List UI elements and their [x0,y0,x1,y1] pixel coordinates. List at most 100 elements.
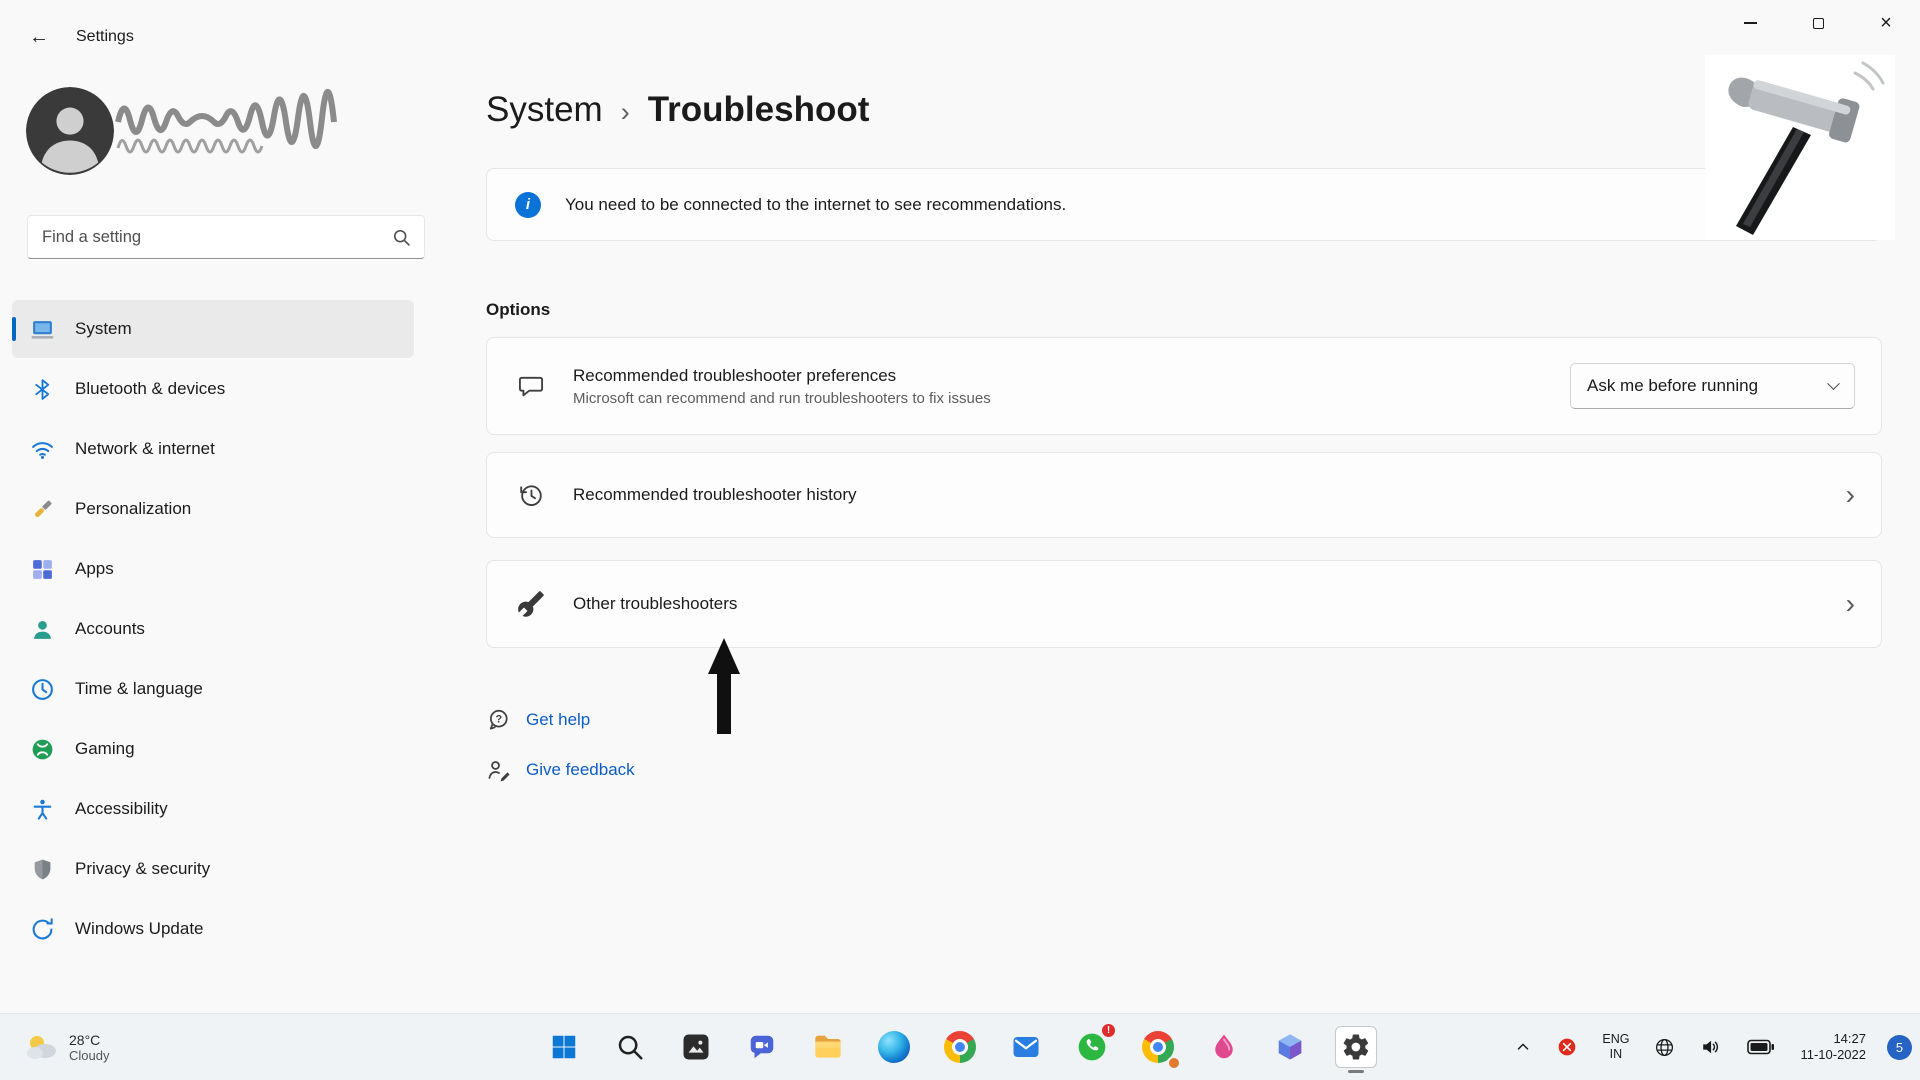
sidebar-item-label: Personalization [75,499,191,519]
chrome-profile-badge [1167,1056,1181,1070]
file-explorer-button[interactable] [807,1026,849,1068]
whatsapp-button[interactable]: ! [1071,1026,1113,1068]
minimize-icon [1744,22,1757,23]
sidebar-item-gaming[interactable]: Gaming [12,720,414,778]
mail-envelope-icon [1011,1032,1041,1062]
give-feedback-label: Give feedback [526,760,635,780]
card-other-troubleshooters[interactable]: Other troubleshooters › [486,560,1882,648]
edge-browser-button[interactable] [873,1026,915,1068]
help-icon: ? [486,707,512,733]
shield-icon [30,857,55,882]
sidebar-item-label: System [75,319,132,339]
sidebar-item-label: Accessibility [75,799,168,819]
speaker-icon [1700,1036,1722,1058]
battery-icon [1747,1039,1775,1055]
feedback-icon [486,757,512,783]
sidebar-item-accessibility[interactable]: Accessibility [12,780,414,838]
breadcrumb-system[interactable]: System [486,90,603,130]
maximize-button[interactable] [1784,0,1852,46]
tray-expand-button[interactable] [1510,1034,1536,1060]
back-button[interactable]: ← [22,21,56,53]
troubleshooter-preference-dropdown[interactable]: Ask me before running [1570,363,1855,409]
sidebar-item-accounts[interactable]: Accounts [12,600,414,658]
info-banner: i You need to be connected to the intern… [486,168,1882,241]
chat-app-button[interactable] [741,1026,783,1068]
card-texts: Recommended troubleshooter history [573,485,1818,505]
start-button[interactable] [543,1026,585,1068]
titlebar: ← Settings × [0,0,1920,60]
red-status-icon [1557,1037,1577,1057]
network-tray-button[interactable] [1650,1033,1679,1062]
wifi-icon [30,437,55,462]
weather-widget[interactable]: 28°C Cloudy [14,1014,119,1080]
system-tray: ENG IN 14:27 11-10-2022 5 [1510,1014,1912,1080]
sidebar-item-privacy-security[interactable]: Privacy & security [12,840,414,898]
card-title: Recommended troubleshooter history [573,485,1818,505]
sidebar-item-bluetooth-devices[interactable]: Bluetooth & devices [12,360,414,418]
card-texts: Recommended troubleshooter preferences M… [573,366,1542,407]
maximize-icon [1813,18,1824,29]
volume-tray-button[interactable] [1696,1032,1726,1062]
search-icon[interactable] [391,227,412,248]
sidebar-item-apps[interactable]: Apps [12,540,414,598]
chevron-right-icon: › [1846,590,1855,618]
sidebar-item-network-internet[interactable]: Network & internet [12,420,414,478]
annotation-arrow-up [706,638,742,734]
taskbar-center-icons: ! [543,1014,1377,1080]
language-switcher[interactable]: ENG IN [1598,1028,1633,1066]
sidebar-item-time-language[interactable]: Time & language [12,660,414,718]
settings-gear-icon [1341,1032,1371,1062]
chrome-profile-button[interactable] [1137,1026,1179,1068]
clock-icon [30,677,55,702]
chrome-browser-button[interactable] [939,1026,981,1068]
system-icon [30,317,55,342]
folder-icon [812,1031,844,1063]
card-title: Other troubleshooters [573,594,1818,614]
tray-time: 14:27 [1833,1031,1866,1047]
cube-app-button[interactable] [1269,1026,1311,1068]
update-refresh-icon [30,917,55,942]
chat-app-icon [747,1032,777,1062]
get-help-label: Get help [526,710,590,730]
close-button[interactable]: × [1852,0,1920,46]
chevron-down-icon [1827,377,1840,390]
sidebar-item-label: Time & language [75,679,203,699]
taskbar: 28°C Cloudy [0,1013,1920,1080]
battery-tray-button[interactable] [1743,1035,1779,1059]
sidebar-item-label: Accounts [75,619,145,639]
drop-app-button[interactable] [1203,1026,1245,1068]
get-help-link[interactable]: ? Get help [486,700,590,740]
taskbar-search-button[interactable] [609,1026,651,1068]
card-subtitle: Microsoft can recommend and run troubles… [573,390,1542,407]
minimize-button[interactable] [1716,0,1784,46]
card-troubleshooter-history[interactable]: Recommended troubleshooter history › [486,452,1882,538]
hammer-watermark-image [1705,55,1895,240]
info-banner-text: You need to be connected to the internet… [565,195,1066,215]
settings-app-button[interactable] [1335,1026,1377,1068]
language-code: ENG [1602,1032,1629,1047]
paintbrush-icon [30,497,55,522]
cube-app-icon [1275,1032,1305,1062]
sidebar-item-windows-update[interactable]: Windows Update [12,900,414,958]
breadcrumb-separator-icon: › [621,93,630,128]
history-clock-icon [517,481,545,509]
weather-condition: Cloudy [69,1048,109,1063]
sidebar-item-personalization[interactable]: Personalization [12,480,414,538]
chrome-browser-icon [944,1031,976,1063]
search-input[interactable] [42,228,384,247]
sidebar-item-system[interactable]: System [12,300,414,358]
weather-temp: 28°C [69,1032,109,1048]
clock-widget[interactable]: 14:27 11-10-2022 [1796,1027,1870,1067]
media-app-button[interactable] [675,1026,717,1068]
mail-app-button[interactable] [1005,1026,1047,1068]
user-avatar[interactable] [26,87,114,175]
back-arrow-icon: ← [29,26,49,49]
tray-status-button[interactable] [1553,1033,1581,1061]
give-feedback-link[interactable]: Give feedback [486,750,635,790]
weather-texts: 28°C Cloudy [69,1032,109,1063]
sidebar-item-label: Privacy & security [75,859,210,879]
chevron-right-icon: › [1846,481,1855,509]
edge-browser-icon [878,1031,910,1063]
notification-count-badge[interactable]: 5 [1887,1035,1912,1060]
card-texts: Other troubleshooters [573,594,1818,614]
